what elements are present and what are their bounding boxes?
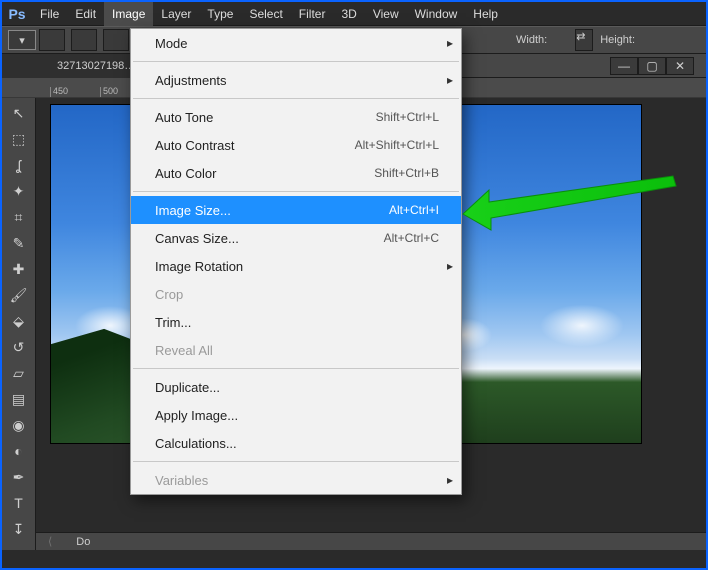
menu-filter[interactable]: Filter xyxy=(291,2,334,26)
eraser-tool-icon[interactable]: ▱ xyxy=(6,362,32,384)
marquee-rect-icon[interactable] xyxy=(39,29,65,51)
menu-separator xyxy=(133,461,459,462)
gradient-tool-icon[interactable]: ▤ xyxy=(6,388,32,410)
pen-tool-icon[interactable]: ✒ xyxy=(6,466,32,488)
menuitem-image-rotation[interactable]: Image Rotation xyxy=(131,252,461,280)
heal-tool-icon[interactable]: ✚ xyxy=(6,258,32,280)
menuitem-variables: Variables xyxy=(131,466,461,494)
menu-select[interactable]: Select xyxy=(241,2,290,26)
menu-layer[interactable]: Layer xyxy=(153,2,199,26)
menuitem-label: Image Rotation xyxy=(155,259,439,274)
eyedropper-tool-icon[interactable]: ✎ xyxy=(6,232,32,254)
window-controls: — ▢ ✕ xyxy=(610,57,694,75)
menu-separator xyxy=(133,98,459,99)
document-tab[interactable]: 32713027198… xyxy=(2,54,146,78)
menuitem-mode[interactable]: Mode xyxy=(131,29,461,57)
menuitem-auto-color[interactable]: Auto ColorShift+Ctrl+B xyxy=(131,159,461,187)
lasso-tool-icon[interactable]: ʆ xyxy=(6,154,32,176)
tools-panel: ↖ ⬚ ʆ ✦ ⌗ ✎ ✚ 🖌 ⬙ ↺ ▱ ▤ ◉ ◐ ✒ T ↧ xyxy=(2,98,36,550)
close-button[interactable]: ✕ xyxy=(666,57,694,75)
photoshop-window: Ps FileEditImageLayerTypeSelectFilter3DV… xyxy=(2,2,706,568)
image-menu-dropdown: ModeAdjustmentsAuto ToneShift+Ctrl+LAuto… xyxy=(130,28,462,495)
arrow-tool-icon[interactable]: ↧ xyxy=(6,518,32,540)
status-text: Do xyxy=(76,536,90,548)
menu-separator xyxy=(133,61,459,62)
width-label: Width: xyxy=(516,34,547,46)
menu-image[interactable]: Image xyxy=(104,2,153,26)
menuitem-label: Canvas Size... xyxy=(155,231,384,246)
marquee-add-icon[interactable] xyxy=(71,29,97,51)
menuitem-apply-image[interactable]: Apply Image... xyxy=(131,401,461,429)
blur-tool-icon[interactable]: ◉ xyxy=(6,414,32,436)
document-tab-title: 32713027198… xyxy=(57,60,135,72)
menuitem-label: Trim... xyxy=(155,315,439,330)
menuitem-label: Auto Contrast xyxy=(155,138,355,153)
minimize-button[interactable]: — xyxy=(610,57,638,75)
menuitem-auto-tone[interactable]: Auto ToneShift+Ctrl+L xyxy=(131,103,461,131)
menuitem-shortcut: Alt+Ctrl+C xyxy=(384,231,439,245)
menuitem-label: Auto Color xyxy=(155,166,374,181)
menubar: Ps FileEditImageLayerTypeSelectFilter3DV… xyxy=(2,2,706,26)
marquee-tool-icon[interactable]: ⬚ xyxy=(6,128,32,150)
menuitem-canvas-size[interactable]: Canvas Size...Alt+Ctrl+C xyxy=(131,224,461,252)
menuitem-label: Crop xyxy=(155,287,439,302)
wand-tool-icon[interactable]: ✦ xyxy=(6,180,32,202)
menuitem-label: Variables xyxy=(155,473,439,488)
marquee-sub-icon[interactable] xyxy=(103,29,129,51)
app-logo: Ps xyxy=(2,2,32,26)
menu-edit[interactable]: Edit xyxy=(67,2,104,26)
ruler-tick: 450 xyxy=(50,87,100,97)
menuitem-reveal-all: Reveal All xyxy=(131,336,461,364)
menuitem-label: Mode xyxy=(155,36,439,51)
menuitem-label: Auto Tone xyxy=(155,110,376,125)
menuitem-calculations[interactable]: Calculations... xyxy=(131,429,461,457)
menuitem-shortcut: Shift+Ctrl+L xyxy=(376,110,439,124)
status-bar: ⟨ Do xyxy=(36,532,706,550)
menuitem-label: Calculations... xyxy=(155,436,439,451)
menuitem-label: Adjustments xyxy=(155,73,439,88)
menuitem-label: Image Size... xyxy=(155,203,389,218)
history-tool-icon[interactable]: ↺ xyxy=(6,336,32,358)
tool-preset-icon[interactable]: ▾ xyxy=(8,30,36,50)
height-label: Height: xyxy=(600,34,635,46)
menu-view[interactable]: View xyxy=(365,2,407,26)
swap-dims-icon[interactable]: ⇄ xyxy=(575,29,593,51)
menu-file[interactable]: File xyxy=(32,2,67,26)
menu-separator xyxy=(133,368,459,369)
dodge-tool-icon[interactable]: ◐ xyxy=(6,440,32,462)
menuitem-label: Apply Image... xyxy=(155,408,439,423)
menuitem-label: Reveal All xyxy=(155,343,439,358)
stamp-tool-icon[interactable]: ⬙ xyxy=(6,310,32,332)
menuitem-label: Duplicate... xyxy=(155,380,439,395)
maximize-button[interactable]: ▢ xyxy=(638,57,666,75)
menu-separator xyxy=(133,191,459,192)
brush-tool-icon[interactable]: 🖌 xyxy=(6,284,32,306)
menuitem-trim[interactable]: Trim... xyxy=(131,308,461,336)
menuitem-shortcut: Alt+Ctrl+I xyxy=(389,203,439,217)
crop-tool-icon[interactable]: ⌗ xyxy=(6,206,32,228)
menuitem-adjustments[interactable]: Adjustments xyxy=(131,66,461,94)
menuitem-image-size[interactable]: Image Size...Alt+Ctrl+I xyxy=(131,196,461,224)
menuitem-duplicate[interactable]: Duplicate... xyxy=(131,373,461,401)
menuitem-shortcut: Shift+Ctrl+B xyxy=(374,166,439,180)
menu-help[interactable]: Help xyxy=(465,2,506,26)
menuitem-auto-contrast[interactable]: Auto ContrastAlt+Shift+Ctrl+L xyxy=(131,131,461,159)
menu-type[interactable]: Type xyxy=(199,2,241,26)
type-tool-icon[interactable]: T xyxy=(6,492,32,514)
menuitem-crop: Crop xyxy=(131,280,461,308)
menuitem-shortcut: Alt+Shift+Ctrl+L xyxy=(355,138,439,152)
menu-window[interactable]: Window xyxy=(407,2,466,26)
move-tool-icon[interactable]: ↖ xyxy=(6,102,32,124)
menu-3d[interactable]: 3D xyxy=(333,2,364,26)
